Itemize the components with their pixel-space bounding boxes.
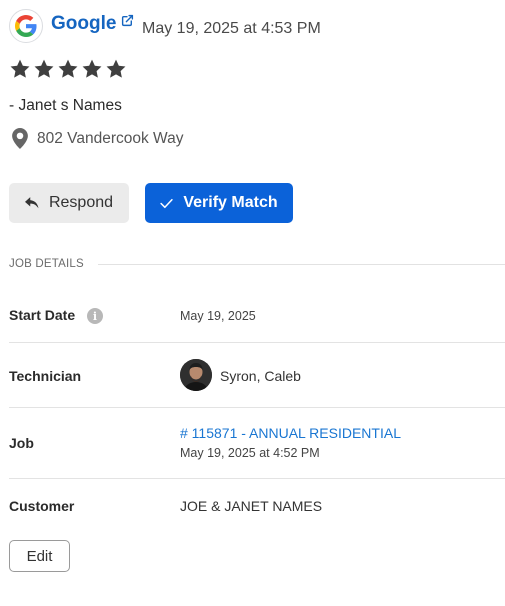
edit-label: Edit	[26, 547, 53, 565]
review-location: 802 Vandercook Way	[12, 128, 183, 149]
start-date-value: May 19, 2025	[180, 309, 256, 323]
review-source-name: Google	[51, 13, 117, 34]
star-icon	[81, 58, 103, 80]
google-logo-icon	[9, 9, 43, 43]
section-divider	[98, 264, 505, 265]
customer-label: Customer	[9, 498, 75, 514]
verify-match-label: Verify Match	[183, 194, 278, 211]
customer-name: JOE & JANET NAMES	[180, 498, 323, 514]
review-date: May 19, 2025 at 4:53 PM	[142, 20, 321, 37]
row-divider	[9, 342, 505, 343]
job-link[interactable]: # 115871 - ANNUAL RESIDENTIAL	[180, 425, 401, 441]
review-source-link[interactable]: Google	[51, 13, 134, 35]
star-icon	[9, 58, 31, 80]
checkmark-icon	[160, 198, 174, 209]
job-label: Job	[9, 435, 34, 451]
reply-icon	[24, 197, 39, 209]
edit-button[interactable]: Edit	[9, 540, 70, 572]
reviewer-name: - Janet s Names	[9, 97, 122, 114]
start-date-label: Start Date	[9, 307, 76, 323]
info-icon[interactable]: i	[87, 308, 103, 324]
external-link-icon	[121, 14, 134, 27]
job-date: May 19, 2025 at 4:52 PM	[180, 446, 320, 460]
location-address: 802 Vandercook Way	[37, 129, 184, 147]
star-icon	[57, 58, 79, 80]
job-details-heading: JOB DETAILS	[9, 258, 84, 270]
technician-avatar	[180, 359, 212, 391]
star-icon	[105, 58, 127, 80]
row-divider	[9, 407, 505, 408]
star-rating	[9, 58, 127, 80]
info-glyph: i	[92, 309, 98, 323]
technician-name: Syron, Caleb	[220, 368, 301, 384]
respond-label: Respond	[48, 194, 114, 211]
verify-match-button[interactable]: Verify Match	[145, 183, 293, 223]
row-divider	[9, 478, 505, 479]
star-icon	[33, 58, 55, 80]
map-pin-icon	[12, 128, 28, 149]
respond-button[interactable]: Respond	[9, 183, 129, 223]
technician-label: Technician	[9, 368, 82, 384]
